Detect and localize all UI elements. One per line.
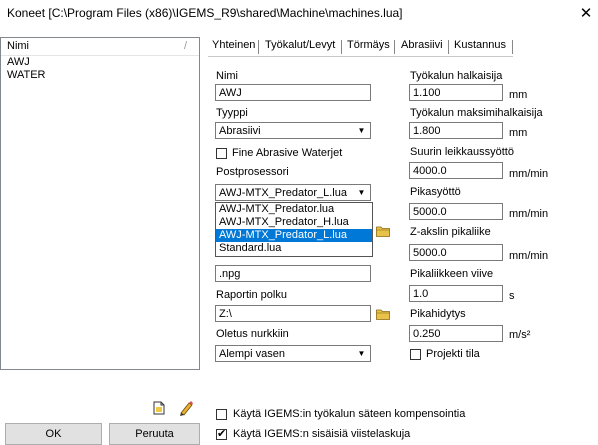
pikasyotto-label: Pikasyöttö (410, 186, 461, 198)
list-item[interactable]: AWJ (1, 56, 199, 69)
tab-abrasiivi[interactable]: Abrasiivi (397, 37, 447, 56)
tab-kustannus[interactable]: Kustannus (450, 37, 510, 56)
folder-icon[interactable] (376, 225, 390, 237)
extension-input[interactable]: .npg (215, 265, 371, 282)
postprosessori-select-value: AWJ-MTX_Predator_L.lua (219, 187, 347, 199)
fine-abrasive-label: Fine Abrasive Waterjet (232, 147, 343, 159)
chevron-down-icon: ▼ (357, 349, 366, 358)
tab-tormays[interactable]: Törmäys (343, 37, 394, 56)
maksimihalkaisija-input[interactable]: 1.800 (409, 122, 503, 139)
list-header-label: Nimi (7, 40, 29, 52)
tab-divider (258, 40, 259, 54)
chevron-down-icon: ▼ (357, 188, 366, 197)
viistelaskuja-label: Käytä IGEMS:n sisäisiä viistelaskuja (233, 428, 411, 440)
projekti-tila-checkbox[interactable] (410, 349, 421, 360)
fine-abrasive-checkbox[interactable] (216, 148, 227, 159)
oletus-nurkkiin-select[interactable]: Alempi vasen ▼ (215, 345, 371, 362)
postprosessori-dropdown-list[interactable]: AWJ-MTX_Predator.lua AWJ-MTX_Predator_H.… (215, 202, 373, 257)
maksimihalkaisija-label: Työkalun maksimihalkaisija (410, 107, 543, 119)
viistelaskuja-checkbox[interactable] (216, 427, 227, 440)
ok-button[interactable]: OK (5, 423, 102, 445)
dropdown-option[interactable]: Standard.lua (216, 242, 372, 255)
tab-tyokalut-levyt[interactable]: Työkalut/Levyt (261, 37, 339, 56)
pikasyotto-input[interactable]: 5000.0 (409, 203, 503, 220)
machine-list[interactable]: Nimi / AWJ WATER (0, 37, 200, 370)
oletus-nurkkiin-select-value: Alempi vasen (219, 348, 286, 360)
kompensointi-label: Käytä IGEMS:in työkalun säteen kompensoi… (233, 408, 466, 420)
postprosessori-select[interactable]: AWJ-MTX_Predator_L.lua ▼ (215, 184, 371, 201)
viive-label: Pikaliikkeen viive (410, 268, 494, 280)
tab-underline (208, 56, 513, 57)
close-icon[interactable]: ✕ (578, 4, 594, 22)
tab-divider (341, 40, 342, 54)
z-akseli-label: Z-akslin pikaliike (410, 226, 491, 238)
chevron-down-icon: ▼ (357, 126, 366, 135)
column-sort-indicator: / (183, 40, 187, 52)
viive-unit: s (509, 290, 515, 302)
halkaisija-label: Työkalun halkaisija (410, 70, 503, 82)
maksimihalkaisija-unit: mm (509, 127, 528, 139)
pikahidytys-input[interactable]: 0.250 (409, 325, 503, 342)
tyyppi-select-value: Abrasiivi (219, 125, 261, 137)
tab-divider (512, 40, 513, 54)
projekti-tila-label: Projekti tila (426, 348, 480, 360)
raportin-polku-input[interactable]: Z:\ (215, 305, 371, 322)
viive-input[interactable]: 1.0 (409, 285, 503, 302)
new-document-icon[interactable] (152, 401, 166, 415)
leikkaussyotto-label: Suurin leikkaussyöttö (410, 146, 514, 158)
tab-divider (394, 40, 395, 54)
halkaisija-unit: mm (509, 89, 528, 101)
tyyppi-select[interactable]: Abrasiivi ▼ (215, 122, 371, 139)
list-header[interactable]: Nimi / (1, 38, 199, 56)
cancel-button[interactable]: Peruuta (109, 423, 200, 445)
list-item[interactable]: WATER (1, 69, 199, 82)
pikahidytys-label: Pikahidytys (410, 308, 466, 320)
oletus-nurkkiin-label: Oletus nurkkiin (216, 328, 289, 340)
raportin-polku-label: Raportin polku (216, 289, 287, 301)
dropdown-option-selected[interactable]: AWJ-MTX_Predator_L.lua (216, 229, 372, 242)
kompensointi-checkbox[interactable] (216, 409, 227, 420)
window-title: Koneet [C:\Program Files (x86)\IGEMS_R9\… (7, 6, 403, 20)
halkaisija-input[interactable]: 1.100 (409, 84, 503, 101)
tab-yhteinen[interactable]: Yhteinen (208, 37, 260, 56)
postprosessori-label: Postprosessori (216, 166, 289, 178)
leikkaussyotto-input[interactable]: 4000.0 (409, 162, 503, 179)
edit-pencil-icon[interactable] (178, 400, 194, 416)
pikasyotto-unit: mm/min (509, 208, 549, 220)
tyyppi-label: Tyyppi (216, 107, 248, 119)
leikkaussyotto-unit: mm/min (509, 168, 549, 180)
pikahidytys-unit: m/s² (509, 329, 531, 341)
z-akseli-unit: mm/min (509, 250, 549, 262)
z-akseli-input[interactable]: 5000.0 (409, 244, 503, 261)
nimi-input[interactable]: AWJ (215, 84, 371, 101)
nimi-label: Nimi (216, 70, 238, 82)
tab-divider (448, 40, 449, 54)
dropdown-option[interactable]: AWJ-MTX_Predator_H.lua (216, 216, 372, 229)
folder-icon[interactable] (376, 308, 390, 320)
dropdown-option[interactable]: AWJ-MTX_Predator.lua (216, 203, 372, 216)
